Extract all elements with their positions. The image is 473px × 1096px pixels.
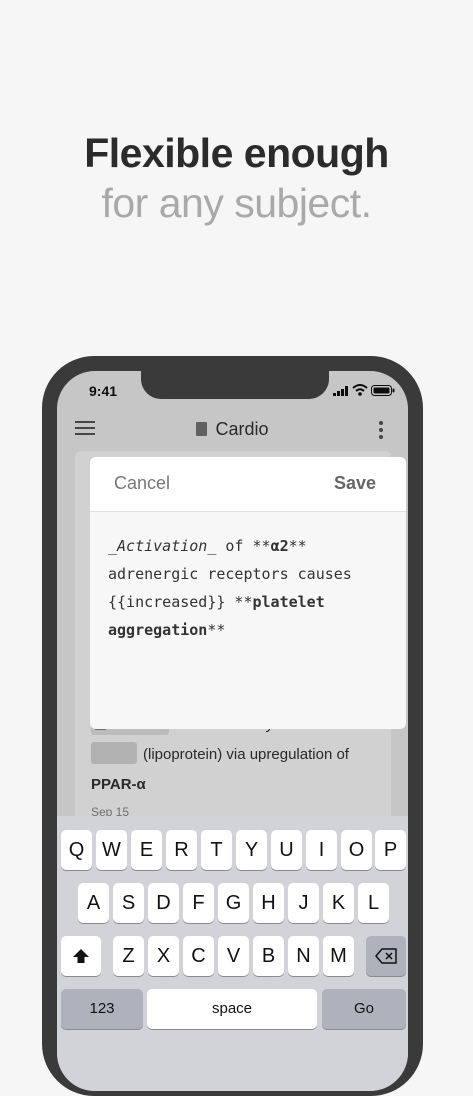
key-w[interactable]: W — [96, 830, 127, 870]
phone-frame: 9:41 Cardio (lipoprotein) via upregulati… — [42, 356, 423, 1096]
edit-dialog: Cancel Save _Activation_ of **α2** adren… — [90, 457, 406, 729]
space-key[interactable]: space — [147, 989, 317, 1029]
key-c[interactable]: C — [183, 936, 214, 976]
key-n[interactable]: N — [288, 936, 319, 976]
markdown-editor[interactable]: _Activation_ of **α2** adrenergic recept… — [90, 512, 406, 664]
key-b[interactable]: B — [253, 936, 284, 976]
key-i[interactable]: I — [306, 830, 337, 870]
key-y[interactable]: Y — [236, 830, 267, 870]
cancel-button[interactable]: Cancel — [114, 473, 170, 494]
backspace-icon — [375, 948, 397, 964]
key-q[interactable]: Q — [61, 830, 92, 870]
delete-key[interactable] — [366, 936, 406, 976]
go-key[interactable]: Go — [322, 989, 406, 1029]
phone-notch — [141, 371, 329, 399]
editor-segment: ** — [207, 621, 226, 639]
key-v[interactable]: V — [218, 936, 249, 976]
key-u[interactable]: U — [271, 830, 302, 870]
key-x[interactable]: X — [148, 936, 179, 976]
key-a[interactable]: A — [78, 883, 109, 923]
key-h[interactable]: H — [253, 883, 284, 923]
key-r[interactable]: R — [166, 830, 197, 870]
key-t[interactable]: T — [201, 830, 232, 870]
shift-key[interactable] — [61, 936, 101, 976]
marketing-headline: Flexible enough for any subject. — [0, 128, 473, 228]
phone-screen: 9:41 Cardio (lipoprotein) via upregulati… — [57, 371, 408, 1091]
key-o[interactable]: O — [341, 830, 372, 870]
key-d[interactable]: D — [148, 883, 179, 923]
key-s[interactable]: S — [113, 883, 144, 923]
headline-line-2: for any subject. — [101, 180, 372, 226]
key-g[interactable]: G — [218, 883, 249, 923]
save-button[interactable]: Save — [334, 473, 376, 494]
key-p[interactable]: P — [375, 830, 406, 870]
shift-arrow-icon — [73, 949, 89, 963]
dialog-header: Cancel Save — [90, 457, 406, 512]
key-e[interactable]: E — [131, 830, 162, 870]
on-screen-keyboard: Q W E R T Y U I O P A S D F G H J K L Z … — [57, 816, 408, 1091]
key-j[interactable]: J — [288, 883, 319, 923]
numbers-key[interactable]: 123 — [61, 989, 143, 1029]
key-l[interactable]: L — [358, 883, 389, 923]
editor-segment: α2 — [270, 537, 289, 555]
headline-line-1: Flexible enough — [84, 130, 389, 176]
key-z[interactable]: Z — [113, 936, 144, 976]
editor-segment: of ** — [216, 537, 271, 555]
key-f[interactable]: F — [183, 883, 214, 923]
editor-segment: _Activation_ — [108, 537, 217, 555]
key-k[interactable]: K — [323, 883, 354, 923]
key-m[interactable]: M — [323, 936, 354, 976]
